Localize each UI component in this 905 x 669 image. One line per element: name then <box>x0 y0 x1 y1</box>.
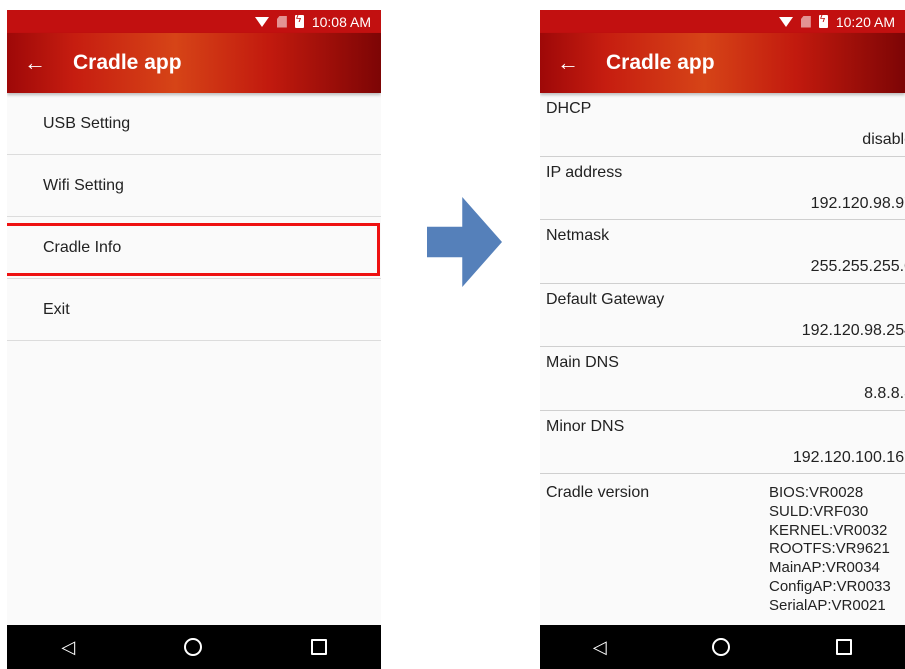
info-label: Minor DNS <box>546 417 625 435</box>
back-arrow-icon[interactable]: ← <box>540 33 596 93</box>
info-value: 192.120.100.167 <box>792 448 905 466</box>
info-value: disable <box>862 131 905 148</box>
cradle-info-screen: 10:20 AM ← Cradle app DHCP disable IP ad… <box>540 10 905 669</box>
info-row-main-dns: Main DNS 8.8.8.8 <box>540 347 905 411</box>
nav-home-icon[interactable] <box>712 638 731 656</box>
version-kernel: KERNEL:VR0032 <box>769 521 888 539</box>
status-bar: 10:08 AM <box>7 10 381 33</box>
status-time: 10:08 AM <box>311 13 371 30</box>
status-bar: 10:20 AM <box>540 10 905 33</box>
info-label: Main DNS <box>546 354 619 371</box>
app-title: Cradle app <box>606 51 715 74</box>
version-serialap: SerialAP:VR0021 <box>769 596 886 614</box>
battery-charging-icon <box>818 14 828 28</box>
info-label: Netmask <box>546 227 610 244</box>
version-rootfs: ROOTFS:VR9621 <box>769 540 890 558</box>
navigation-bar: ◁ <box>7 625 381 669</box>
battery-charging-icon <box>294 14 304 28</box>
nav-back-icon[interactable]: ◁ <box>61 637 75 658</box>
version-mainap: MainAP:VR0034 <box>769 559 880 577</box>
info-value: 192.120.98.254 <box>801 321 905 339</box>
app-bar: ← Cradle app <box>7 33 381 93</box>
info-value: 255.255.255.0 <box>810 258 905 275</box>
info-row-minor-dns: Minor DNS 192.120.100.167 <box>540 411 905 474</box>
info-row-dhcp: DHCP disable <box>540 93 905 157</box>
transition-arrow-icon <box>427 197 502 287</box>
no-sim-icon <box>800 15 811 28</box>
back-arrow-icon[interactable]: ← <box>7 33 63 93</box>
wifi-icon <box>778 16 793 27</box>
version-bios: BIOS:VR0028 <box>769 484 864 501</box>
menu-item-usb-setting[interactable]: USB Setting <box>7 93 381 155</box>
app-title: Cradle app <box>73 51 182 74</box>
version-configap: ConfigAP:VR0033 <box>769 577 891 595</box>
info-value: 8.8.8.8 <box>864 385 905 402</box>
wifi-icon <box>254 16 269 27</box>
navigation-bar: ◁ <box>540 625 905 669</box>
info-label: Default Gateway <box>546 290 665 308</box>
info-label: Cradle version <box>546 484 650 501</box>
info-row-default-gateway: Default Gateway 192.120.98.254 <box>540 284 905 347</box>
cradle-info-list: DHCP disable IP address 192.120.98.97 Ne… <box>540 93 905 474</box>
highlight-box-cradle-info <box>7 223 380 276</box>
version-suld: SULD:VRF030 <box>769 502 869 520</box>
status-time: 10:20 AM <box>835 13 895 30</box>
info-row-cradle-version: Cradle version BIOS:VR0028 SULD:VRF030 K… <box>540 478 905 618</box>
nav-recent-icon[interactable] <box>836 639 853 655</box>
app-bar: ← Cradle app <box>540 33 905 93</box>
nav-back-icon[interactable]: ◁ <box>593 637 607 658</box>
info-row-netmask: Netmask 255.255.255.0 <box>540 220 905 284</box>
version-list: BIOS:VR0028 SULD:VRF030 KERNEL:VR0032 RO… <box>769 484 891 616</box>
info-label: DHCP <box>546 100 592 117</box>
info-label: IP address <box>546 163 623 181</box>
info-row-ip-address: IP address 192.120.98.97 <box>540 157 905 220</box>
cradle-app-menu-screen: 10:08 AM ← Cradle app USB Setting Wifi S… <box>7 10 381 669</box>
menu-list: USB Setting Wifi Setting Cradle Info Exi… <box>7 93 381 341</box>
no-sim-icon <box>276 15 287 28</box>
nav-recent-icon[interactable] <box>310 639 327 655</box>
menu-item-wifi-setting[interactable]: Wifi Setting <box>7 155 381 217</box>
nav-home-icon[interactable] <box>183 638 202 656</box>
info-value: 192.120.98.97 <box>810 194 905 212</box>
menu-item-exit[interactable]: Exit <box>7 279 381 341</box>
